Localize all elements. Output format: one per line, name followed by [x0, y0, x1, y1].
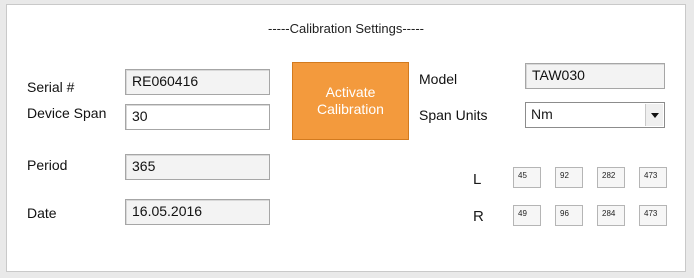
serial-field[interactable]: RE060416 [125, 69, 270, 95]
r-value-2[interactable]: 96 [555, 205, 583, 226]
date-field[interactable]: 16.05.2016 [125, 199, 270, 225]
period-field[interactable]: 365 [125, 154, 270, 180]
l-value-1[interactable]: 45 [513, 167, 541, 188]
section-title: -----Calibration Settings----- [267, 21, 425, 36]
dropdown-button[interactable] [645, 104, 663, 126]
activate-calibration-button[interactable]: Activate Calibration [292, 62, 409, 140]
r-row-label: R [473, 208, 484, 225]
period-label: Period [27, 157, 68, 173]
model-field[interactable]: TAW030 [525, 63, 665, 89]
span-units-select[interactable]: Nm [525, 102, 665, 128]
calibration-panel: -----Calibration Settings----- Serial # … [6, 4, 686, 272]
r-value-3[interactable]: 284 [597, 205, 625, 226]
device-span-label: Device Span [27, 105, 107, 121]
model-label: Model [419, 71, 458, 87]
activate-calibration-label: Activate Calibration [317, 84, 384, 117]
l-row-label: L [473, 171, 482, 188]
date-label: Date [27, 205, 57, 221]
chevron-down-icon [650, 112, 659, 118]
l-value-4[interactable]: 473 [639, 167, 667, 188]
l-value-3[interactable]: 282 [597, 167, 625, 188]
r-value-4[interactable]: 473 [639, 205, 667, 226]
span-units-label: Span Units [419, 107, 488, 123]
r-value-1[interactable]: 49 [513, 205, 541, 226]
l-value-2[interactable]: 92 [555, 167, 583, 188]
span-units-value: Nm [531, 106, 553, 122]
device-span-field[interactable]: 30 [125, 104, 270, 130]
serial-label: Serial # [27, 79, 75, 95]
